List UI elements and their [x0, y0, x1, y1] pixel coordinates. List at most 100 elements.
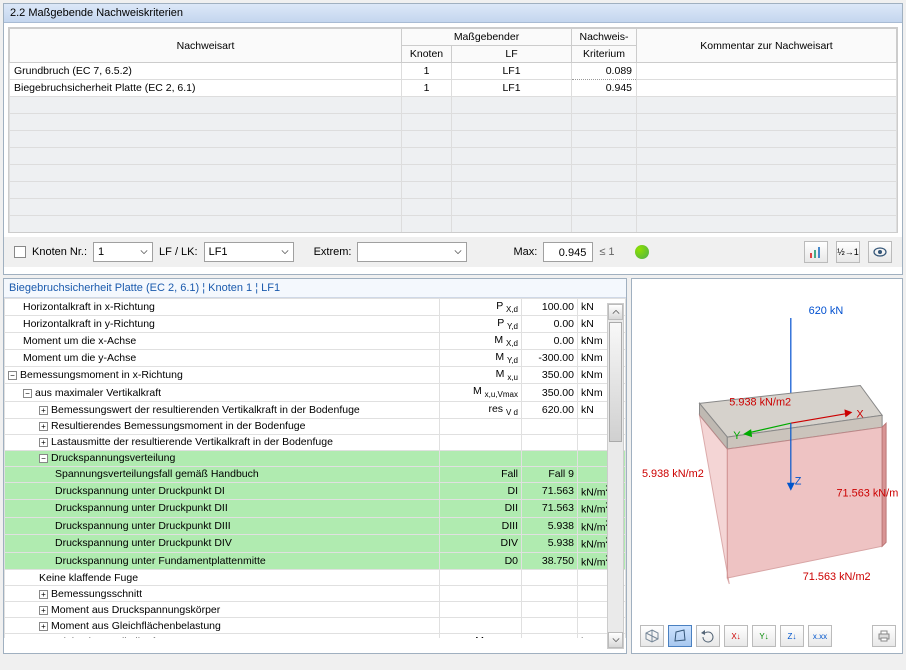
detail-value	[522, 618, 578, 634]
expander-icon[interactable]: +	[39, 622, 48, 631]
detail-label: +aus minimaler Vertikalkraft	[5, 634, 440, 638]
detail-row[interactable]: Druckspannung unter Druckpunkt DIIIDIII5…	[5, 517, 626, 535]
view3d-panel: 620 kN X Y Z	[631, 278, 903, 654]
detail-label: +Moment aus Gleichflächenbelastung	[5, 618, 440, 634]
detail-row[interactable]: Druckspannung unter Druckpunkt DIVDIV5.9…	[5, 535, 626, 553]
detail-row[interactable]: Spannungsverteilungsfall gemäß HandbuchF…	[5, 466, 626, 482]
max-relation: ≤ 1	[599, 246, 614, 258]
svg-text:71.563 kN/m2: 71.563 kN/m2	[836, 488, 898, 500]
expander-icon[interactable]: −	[39, 454, 48, 463]
detail-row[interactable]: −Bemessungsmoment in x-RichtungM x,u350.…	[5, 367, 626, 384]
detail-value: 71.563	[522, 482, 578, 500]
scroll-thumb[interactable]	[609, 322, 622, 442]
expander-icon[interactable]: +	[39, 606, 48, 615]
detail-row[interactable]: +Lastausmitte der resultierende Vertikal…	[5, 434, 626, 450]
criteria-panel: 2.2 Maßgebende Nachweiskriterien Nachwei…	[3, 3, 903, 275]
detail-label: Druckspannung unter Druckpunkt DIII	[5, 517, 440, 535]
view3d-canvas[interactable]: 620 kN X Y Z	[636, 283, 898, 619]
eye-btn[interactable]	[868, 241, 892, 263]
detail-value: 5.938	[522, 517, 578, 535]
detail-row[interactable]: +Resultierendes Bemessungsmoment in der …	[5, 418, 626, 434]
detail-label: Moment um die x-Achse	[5, 333, 440, 350]
table-row[interactable]: Biegebruchsicherheit Platte (EC 2, 6.1)1…	[10, 80, 897, 97]
detail-row[interactable]: Druckspannung unter Fundamentplattenmitt…	[5, 552, 626, 570]
view-iso-btn[interactable]	[640, 625, 664, 647]
knoten-combo[interactable]: 1	[93, 242, 153, 262]
detail-symbol: D0	[440, 552, 522, 570]
detail-value: 350.00	[522, 367, 578, 384]
detail-row[interactable]: +Moment aus Druckspannungskörper	[5, 602, 626, 618]
detail-row[interactable]: Druckspannung unter Druckpunkt DIIDII71.…	[5, 500, 626, 518]
extrem-label: Extrem:	[314, 246, 352, 258]
cell-knoten: 1	[402, 63, 452, 80]
lflk-combo[interactable]: LF1	[204, 242, 294, 262]
detail-row[interactable]: Horizontalkraft in x-RichtungP X,d100.00…	[5, 299, 626, 316]
view-persp-btn[interactable]	[668, 625, 692, 647]
col-massgebender[interactable]: Maßgebender	[402, 29, 572, 46]
detail-row[interactable]: Moment um die y-AchseM Y,d-300.00kNm	[5, 350, 626, 367]
col-lf[interactable]: LF	[452, 46, 572, 63]
detail-row[interactable]: +Bemessungsschnitt	[5, 586, 626, 602]
max-label: Max:	[513, 246, 537, 258]
view-x-btn[interactable]: X↓	[724, 625, 748, 647]
view-rotate-btn[interactable]	[696, 625, 720, 647]
detail-row[interactable]: Druckspannung unter Druckpunkt DIDI71.56…	[5, 482, 626, 500]
expander-icon[interactable]: +	[39, 406, 48, 415]
detail-row[interactable]: Moment um die x-AchseM X,d0.00kNm	[5, 333, 626, 350]
ratio-btn[interactable]: ½→1	[836, 241, 860, 263]
detail-label: Druckspannung unter Fundamentplattenmitt…	[5, 552, 440, 570]
detail-value: 350.00	[522, 634, 578, 638]
graph-btn[interactable]	[804, 241, 828, 263]
detail-row[interactable]: +Bemessungswert der resultierenden Verti…	[5, 401, 626, 418]
svg-text:Y: Y	[733, 430, 741, 442]
col-krit1[interactable]: Nachweis-	[572, 29, 637, 46]
detail-row[interactable]: −Druckspannungsverteilung	[5, 450, 626, 466]
view-values-btn[interactable]: x.xx	[808, 625, 832, 647]
print-btn[interactable]	[872, 625, 896, 647]
detail-row[interactable]: Keine klaffende Fuge	[5, 570, 626, 586]
detail-row[interactable]: +Moment aus Gleichflächenbelastung	[5, 618, 626, 634]
expander-icon[interactable]: +	[39, 438, 48, 447]
view-z-btn[interactable]: Z↓	[780, 625, 804, 647]
detail-value: 0.00	[522, 316, 578, 333]
scrollbar[interactable]	[607, 303, 624, 649]
col-kommentar[interactable]: Kommentar zur Nachweisart	[637, 29, 897, 63]
cell-krit: 0.089	[572, 63, 637, 80]
detail-label: Keine klaffende Fuge	[5, 570, 440, 586]
table-row[interactable]: Grundbruch (EC 7, 6.5.2)1LF10.089	[10, 63, 897, 80]
detail-row[interactable]: +aus minimaler VertikalkraftM x,u,Vmin35…	[5, 634, 626, 638]
expander-icon[interactable]: −	[23, 389, 32, 398]
filter-bar: Knoten Nr.: 1 LF / LK: LF1 Extrem: Max: …	[4, 237, 902, 267]
detail-value: 620.00	[522, 401, 578, 418]
view-y-btn[interactable]: Y↓	[752, 625, 776, 647]
detail-symbol	[440, 450, 522, 466]
svg-text:5.938 kN/m2: 5.938 kN/m2	[642, 468, 704, 480]
detail-row[interactable]: −aus maximaler VertikalkraftM x,u,Vmax35…	[5, 384, 626, 401]
chevron-down-icon	[279, 246, 291, 258]
detail-symbol: M Y,d	[440, 350, 522, 367]
cell-krit: 0.945	[572, 80, 637, 97]
expander-icon[interactable]: −	[8, 371, 17, 380]
detail-symbol: M x,u,Vmin	[440, 634, 522, 638]
detail-value	[522, 434, 578, 450]
col-nachweisart[interactable]: Nachweisart	[10, 29, 402, 63]
criteria-table[interactable]: Nachweisart Maßgebender Nachweis- Kommen…	[9, 28, 897, 233]
scroll-down-icon[interactable]	[608, 632, 623, 648]
knoten-checkbox[interactable]	[14, 246, 26, 258]
cell-kommentar	[637, 63, 897, 80]
col-krit2[interactable]: Kriterium	[572, 46, 637, 63]
detail-row[interactable]: Horizontalkraft in y-RichtungP Y,d0.00kN	[5, 316, 626, 333]
detail-symbol: DIII	[440, 517, 522, 535]
col-knoten[interactable]: Knoten	[402, 46, 452, 63]
extrem-combo[interactable]	[357, 242, 467, 262]
detail-label: +Resultierendes Bemessungsmoment in der …	[5, 418, 440, 434]
chevron-down-icon	[138, 246, 150, 258]
cell-knoten: 1	[402, 80, 452, 97]
detail-label: −Bemessungsmoment in x-Richtung	[5, 367, 440, 384]
chevron-down-icon	[452, 246, 464, 258]
expander-icon[interactable]: +	[39, 590, 48, 599]
expander-icon[interactable]: +	[39, 422, 48, 431]
scroll-up-icon[interactable]	[608, 304, 623, 320]
detail-table[interactable]: Horizontalkraft in x-RichtungP X,d100.00…	[4, 298, 626, 638]
svg-text:5.938 kN/m2: 5.938 kN/m2	[729, 396, 791, 408]
